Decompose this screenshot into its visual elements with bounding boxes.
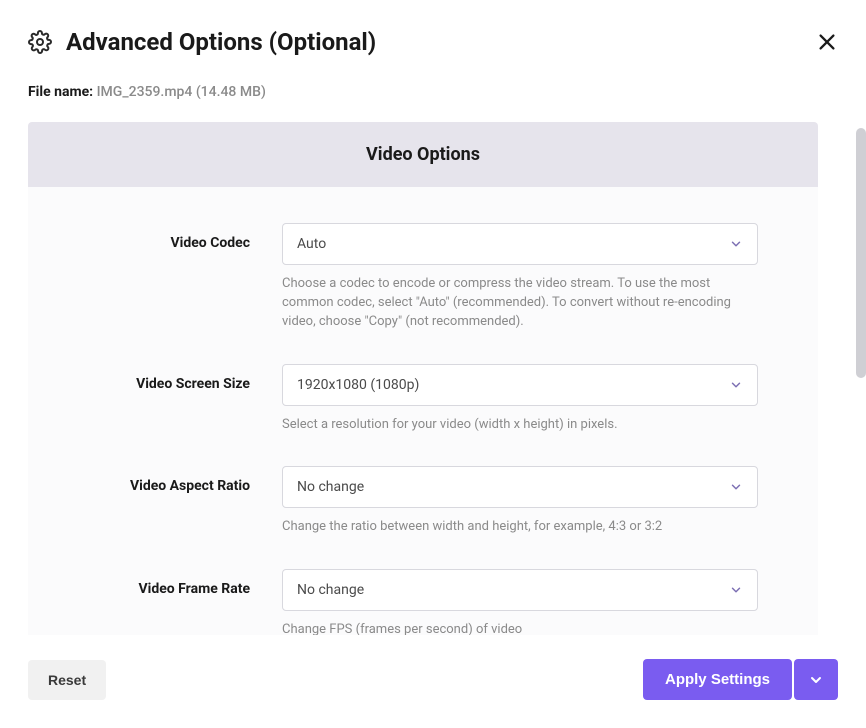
select-video-frame-rate[interactable]: No change	[282, 569, 758, 611]
scrollbar[interactable]	[856, 128, 866, 378]
chevron-down-icon	[729, 480, 743, 494]
control-video-screen-size: 1920x1080 (1080p) Select a resolution fo…	[282, 364, 758, 435]
section-body: Video Codec Auto Choose a codec to encod…	[28, 187, 818, 635]
select-video-codec-value: Auto	[297, 236, 326, 252]
select-video-screen-size-value: 1920x1080 (1080p)	[297, 377, 419, 393]
help-video-screen-size: Select a resolution for your video (widt…	[282, 416, 758, 435]
chevron-down-icon	[808, 672, 824, 688]
dialog-header: Advanced Options (Optional)	[28, 28, 838, 56]
dialog-title: Advanced Options (Optional)	[66, 28, 376, 56]
file-name-label: File name:	[28, 84, 93, 100]
field-video-screen-size: Video Screen Size 1920x1080 (1080p) Sele…	[88, 364, 758, 435]
help-video-frame-rate: Change FPS (frames per second) of video	[282, 621, 758, 635]
help-video-codec: Choose a codec to encode or compress the…	[282, 275, 758, 332]
label-video-frame-rate: Video Frame Rate	[88, 569, 250, 597]
select-video-aspect-ratio-value: No change	[297, 479, 364, 495]
reset-button[interactable]: Reset	[28, 660, 106, 700]
select-video-screen-size[interactable]: 1920x1080 (1080p)	[282, 364, 758, 406]
apply-settings-button[interactable]: Apply Settings	[643, 659, 792, 700]
select-video-frame-rate-value: No change	[297, 582, 364, 598]
header-left: Advanced Options (Optional)	[28, 28, 376, 56]
file-name-value: IMG_2359.mp4 (14.48 MB)	[97, 84, 266, 100]
scroll-area[interactable]: Video Options Video Codec Auto Choose a …	[28, 122, 838, 635]
section-header: Video Options	[28, 122, 818, 187]
help-video-aspect-ratio: Change the ratio between width and heigh…	[282, 518, 758, 537]
field-video-aspect-ratio: Video Aspect Ratio No change Change the …	[88, 466, 758, 537]
label-video-codec: Video Codec	[88, 223, 250, 251]
control-video-frame-rate: No change Change FPS (frames per second)…	[282, 569, 758, 635]
close-icon[interactable]	[816, 31, 838, 53]
label-video-screen-size: Video Screen Size	[88, 364, 250, 392]
control-video-aspect-ratio: No change Change the ratio between width…	[282, 466, 758, 537]
control-video-codec: Auto Choose a codec to encode or compres…	[282, 223, 758, 332]
apply-settings-dropdown[interactable]	[794, 659, 838, 700]
field-video-codec: Video Codec Auto Choose a codec to encod…	[88, 223, 758, 332]
select-video-codec[interactable]: Auto	[282, 223, 758, 265]
label-video-aspect-ratio: Video Aspect Ratio	[88, 466, 250, 494]
apply-button-group: Apply Settings	[643, 659, 838, 700]
gear-icon	[28, 30, 52, 54]
chevron-down-icon	[729, 237, 743, 251]
content-wrapper: Video Options Video Codec Auto Choose a …	[28, 122, 838, 635]
file-info: File name: IMG_2359.mp4 (14.48 MB)	[28, 84, 838, 100]
chevron-down-icon	[729, 583, 743, 597]
chevron-down-icon	[729, 378, 743, 392]
field-video-frame-rate: Video Frame Rate No change Change FPS (f…	[88, 569, 758, 635]
select-video-aspect-ratio[interactable]: No change	[282, 466, 758, 508]
dialog-footer: Reset Apply Settings	[28, 635, 838, 728]
